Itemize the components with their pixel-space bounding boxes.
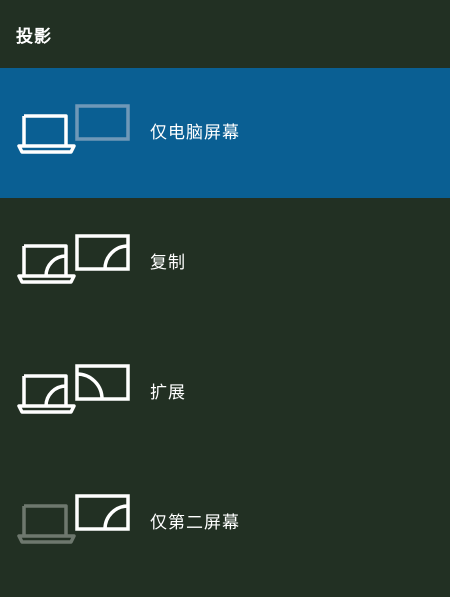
pc-screen-only-icon <box>17 104 130 154</box>
option-pc-screen-only[interactable]: 仅电脑屏幕 <box>0 68 450 198</box>
duplicate-icon <box>17 234 130 284</box>
option-duplicate[interactable]: 复制 <box>0 198 450 328</box>
option-label: 扩展 <box>150 383 186 403</box>
extend-icon <box>17 364 130 414</box>
option-second-screen-only[interactable]: 仅第二屏幕 <box>0 458 450 588</box>
project-panel: 投影 仅电脑屏幕 复制 扩展 仅第二屏幕 <box>0 0 450 597</box>
option-label: 仅电脑屏幕 <box>150 123 240 143</box>
option-label: 仅第二屏幕 <box>150 513 240 533</box>
option-extend[interactable]: 扩展 <box>0 328 450 458</box>
option-label: 复制 <box>150 253 186 273</box>
second-screen-only-icon <box>17 494 130 544</box>
panel-title: 投影 <box>16 27 52 47</box>
